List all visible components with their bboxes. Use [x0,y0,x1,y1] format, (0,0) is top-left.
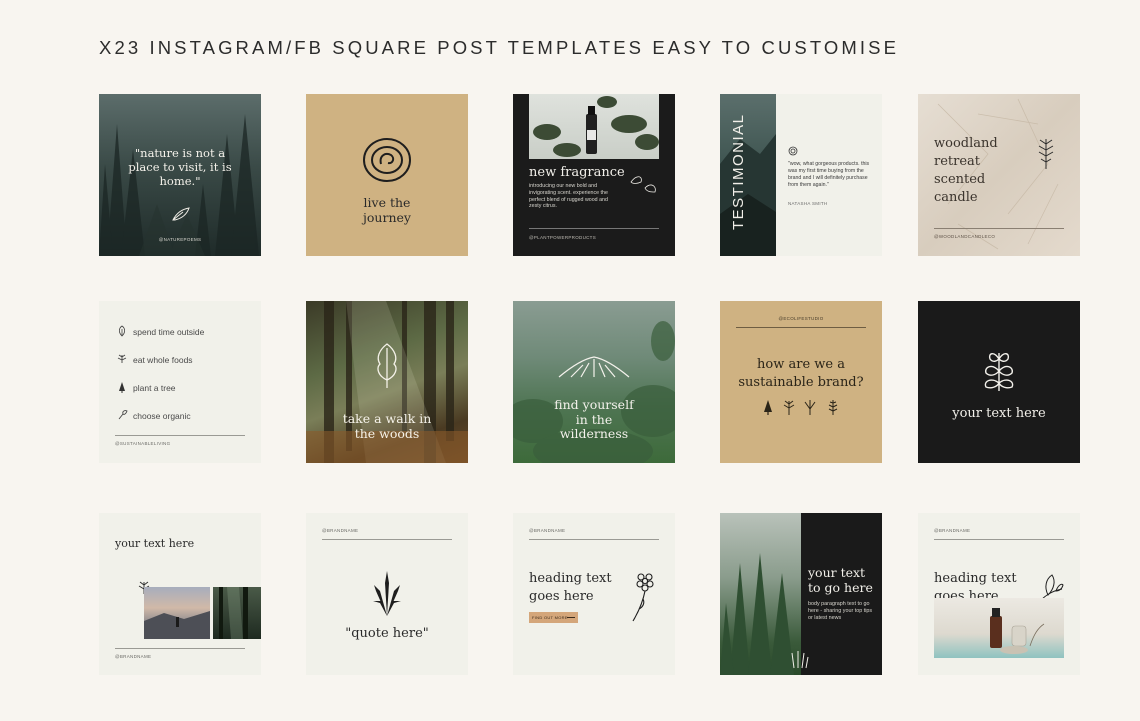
handle-text: @BRANDNAME [322,528,359,533]
template-testimonial[interactable]: TESTIMONIAL "wow, what gorgeous products… [720,94,882,256]
handle-text: @PLANTPOWERPRODUCTS [529,235,597,240]
template-woodland-candle[interactable]: woodland retreat scented candle @WOODLAN… [918,94,1080,256]
divider [934,539,1064,540]
branch-icon [984,353,1014,391]
handle-text: @BRANDNAME [529,528,566,533]
product-photo [934,598,1064,658]
card-text: how are we a sustainable brand? [738,357,864,390]
testimonial-label: TESTIMONIAL [730,113,747,230]
forest-photo [213,587,261,639]
template-sustainable-list[interactable]: spend time outside eat whole foods plant… [99,301,261,463]
arrow-icon [567,617,575,618]
leaves-icon [630,176,656,193]
mountain-photo [720,94,776,256]
list-item: eat whole foods [133,355,193,365]
template-quote-here[interactable]: @BRANDNAME "quote here" [306,513,468,675]
template-heading-product[interactable]: @BRANDNAME heading text goes here [918,513,1080,675]
handle-text: @WOODLANDCANDLECO [934,234,996,239]
template-live-journey[interactable]: live the journey [306,94,468,256]
card-text: woodland retreat scented candle [934,136,998,205]
template-nature-quote[interactable]: "nature is not a place to visit, it is h… [99,94,261,256]
card-heading: your text to go here [808,565,873,595]
list-item: spend time outside [133,327,205,337]
template-walk-woods[interactable]: take a walk in the woods [306,301,468,463]
spiral-icon [363,138,411,182]
grass-icon [791,651,809,669]
testimonial-quote: "wow, what gorgeous products. this was m… [788,161,870,188]
divider [115,435,245,436]
find-out-more-button[interactable]: FIND OUT MORE [529,612,578,623]
divider [736,327,866,328]
template-new-fragrance[interactable]: new fragrance introducing our new bold a… [513,94,675,256]
template-split-forest[interactable]: your text to go here body paragraph text… [720,513,882,675]
grass-icon [373,571,401,616]
testimonial-author: NATASHA SMITH [788,201,828,206]
handle-text: @BRANDNAME [934,528,971,533]
product-photo [529,94,659,159]
template-find-yourself[interactable]: find yourself in the wilderness [513,301,675,463]
pine-photo [720,513,801,675]
handle-text: @SUSTAINABLELIVING [115,441,171,446]
template-heading-button[interactable]: @BRANDNAME heading text goes here FIND O… [513,513,675,675]
leaf-icon [118,325,126,337]
handle-text: @NATUREPOEMS [158,237,202,242]
card-heading: heading text goes here [529,571,612,604]
divider [529,228,659,229]
card-body: body paragraph text to go here - sharing… [808,601,873,622]
sunrise-photo [144,587,210,639]
card-text: take a walk in the woods [342,411,432,441]
list-item: choose organic [133,411,191,421]
leaf-icon [172,207,190,221]
divider [529,539,659,540]
mountain-icon [558,356,630,378]
handle-text: @ECOLIFESTUDIO [778,316,824,321]
divider [934,228,1064,229]
card-body: introducing our new bold and invigoratin… [529,183,608,210]
tree-icon [119,382,125,393]
card-text: live the journey [363,195,411,225]
fern-icon [1038,139,1054,169]
quote-text: "nature is not a place to visit, it is h… [128,146,232,188]
button-label: FIND OUT MORE [532,615,568,620]
page-title: X23 INSTAGRAM/FB SQUARE POST TEMPLATES E… [99,37,900,58]
card-text: your text here [115,537,195,550]
divider [115,648,245,649]
card-text: find yourself in the wilderness [554,397,634,441]
sprout-icon [118,410,128,420]
divider [322,539,452,540]
plant-icons [764,400,838,415]
card-text: your text here [952,406,1046,421]
template-photo-collage[interactable]: your text here @BRANDNAME [99,513,261,675]
quote-text: "quote here" [345,626,429,641]
herb-icon [117,354,127,363]
list-item: plant a tree [133,383,176,393]
card-heading: new fragrance [529,165,625,180]
template-black-text[interactable]: your text here [918,301,1080,463]
leaf-icon [377,343,397,388]
template-sustainable-brand[interactable]: @ECOLIFESTUDIO how are we a sustainable … [720,301,882,463]
flower-icon [632,573,654,622]
spiral-icon [788,146,798,156]
handle-text: @BRANDNAME [115,654,152,659]
